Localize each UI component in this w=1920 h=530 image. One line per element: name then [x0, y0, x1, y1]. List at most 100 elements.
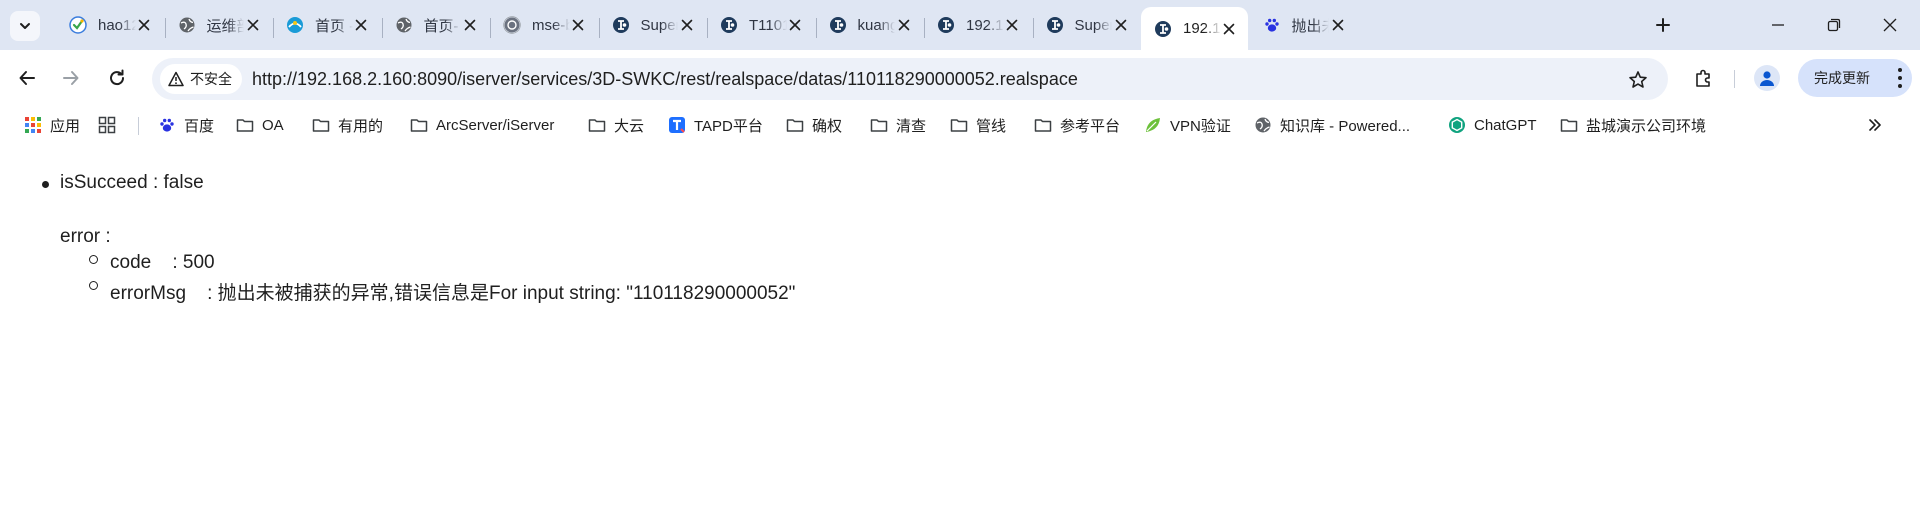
back-button[interactable] — [12, 63, 42, 93]
minimize-button[interactable] — [1758, 10, 1798, 40]
security-chip[interactable]: 不安全 — [160, 64, 242, 94]
tab-close-icon[interactable] — [570, 15, 587, 35]
extensions-button[interactable] — [1688, 63, 1718, 93]
tab-separator — [707, 18, 708, 38]
profile-button[interactable] — [1754, 65, 1780, 91]
bookmark-item[interactable]: 知识库 - Powered... — [1254, 114, 1410, 136]
tab-separator — [815, 18, 817, 38]
security-label: 不安全 — [190, 71, 232, 87]
browser-tab[interactable]: Super — [1032, 7, 1140, 43]
globe-icon — [1254, 116, 1272, 134]
bookmark-item[interactable] — [98, 114, 124, 136]
folder-icon — [870, 116, 888, 134]
toolbar-separator — [1734, 70, 1735, 88]
globe-icon — [394, 15, 414, 35]
tab-separator — [490, 18, 491, 38]
folder-icon — [950, 116, 968, 134]
browser-tab[interactable]: Super — [598, 7, 706, 43]
bookmark-item[interactable]: VPN验证 — [1144, 114, 1231, 136]
more-bookmarks-button[interactable] — [1864, 114, 1886, 136]
bookmark-item[interactable]: 盐城演示公司环境 — [1560, 114, 1706, 136]
browser-tab[interactable]: kuang — [815, 7, 923, 43]
tab-close-icon[interactable] — [678, 15, 695, 35]
bookmark-item[interactable]: 管线 — [950, 114, 1006, 136]
browser-tab[interactable]: 首页- — [381, 7, 489, 43]
bookmark-item[interactable]: OA — [236, 114, 284, 136]
browser-tab[interactable]: 抛出未 — [1250, 7, 1357, 43]
supermap-icon — [611, 15, 631, 35]
tab-separator — [924, 18, 925, 38]
browser-tab[interactable]: 192.1 — [1141, 7, 1248, 50]
bookmark-label: 盐城演示公司环境 — [1586, 117, 1707, 135]
bookmark-item[interactable]: 应用 — [24, 114, 80, 136]
bookmark-label: 百度 — [184, 117, 215, 135]
tab-close-icon[interactable] — [353, 15, 370, 35]
folder-icon — [236, 116, 254, 134]
tab-close-icon[interactable] — [1221, 19, 1238, 39]
bookmark-item[interactable]: 有用的 — [312, 114, 383, 136]
bookmark-label: VPN验证 — [1170, 117, 1231, 135]
update-button[interactable]: 完成更新 — [1798, 59, 1912, 97]
bookmarks-separator — [138, 117, 139, 135]
reload-icon — [110, 69, 125, 86]
tapd-icon — [668, 116, 686, 134]
bookmark-label: 有用的 — [338, 117, 384, 135]
tab-close-icon[interactable] — [895, 15, 912, 35]
tab-separator — [1032, 18, 1034, 38]
tab-strip: hao12 运维部 首页 - 首页-mse-b Super T1101 kuang 192.1… — [0, 0, 1920, 50]
folder-icon — [588, 116, 606, 134]
browser-tab[interactable]: 192.1 — [924, 7, 1031, 43]
warning-icon — [168, 71, 184, 87]
tab-close-icon[interactable] — [1112, 15, 1129, 35]
error-msg-line: errorMsg : 抛出未被捕获的异常,错误信息是For input stri… — [110, 283, 796, 304]
supermap-icon — [936, 15, 956, 35]
browser-tab[interactable]: T1101 — [707, 7, 814, 43]
page-content: isSucceed : false error : code : 500 err… — [0, 144, 1920, 530]
bookmark-star-button[interactable] — [1626, 68, 1650, 92]
bookmark-item[interactable]: 清查 — [870, 114, 926, 136]
hao123-icon — [68, 15, 88, 35]
arrow-left-icon — [19, 71, 35, 85]
bookmark-item[interactable]: 大云 — [588, 114, 644, 136]
reload-button[interactable] — [102, 63, 132, 93]
minimize-icon — [1772, 24, 1784, 26]
puzzle-icon — [1696, 69, 1710, 87]
forward-button[interactable] — [56, 63, 86, 93]
tab-close-icon[interactable] — [136, 15, 153, 35]
bookmark-item[interactable]: 百度 — [158, 114, 214, 136]
new-tab-button[interactable] — [1650, 12, 1676, 38]
bookmark-item[interactable]: ChatGPT — [1448, 114, 1537, 136]
bookmark-item[interactable]: TAPD平台 — [668, 114, 763, 136]
tab-close-icon[interactable] — [787, 15, 804, 35]
tab-close-icon[interactable] — [244, 15, 261, 35]
leaf-icon — [1144, 116, 1162, 134]
bullet-disc — [42, 181, 49, 188]
tab-title: 抛出未 — [1291, 17, 1330, 35]
chatgpt-icon — [1448, 116, 1466, 134]
tab-close-icon[interactable] — [461, 15, 478, 35]
browser-tab[interactable]: 首页 - — [273, 7, 380, 43]
tab-title: Super — [640, 16, 679, 34]
supermap-icon — [1153, 19, 1173, 39]
url-text[interactable]: http://192.168.2.160:8090/iserver/servic… — [252, 69, 1078, 90]
bookmark-item[interactable]: 确权 — [786, 114, 842, 136]
bookmark-item[interactable]: ArcServer/iServer — [410, 114, 554, 136]
tab-close-icon[interactable] — [1004, 15, 1021, 35]
bookmarks-bar: 应用 百度 OA 有用的 ArcServer/iServer 大云 TAPD平台 确权 清查 管线… — [0, 106, 1920, 144]
restore-button[interactable] — [1814, 10, 1854, 40]
tab-title: Super — [1074, 16, 1113, 34]
bookmark-label: ChatGPT — [1474, 116, 1537, 134]
tab-search-button[interactable] — [10, 11, 40, 41]
tab-separator — [381, 18, 383, 38]
chevron-down-icon — [20, 23, 30, 29]
address-bar[interactable]: 不安全 http://192.168.2.160:8090/iserver/se… — [152, 58, 1668, 100]
bookmark-label: 确权 — [812, 117, 843, 135]
bookmark-label: ArcServer/iServer — [436, 116, 555, 134]
tab-title: 运维部 — [206, 17, 245, 35]
browser-tab[interactable]: mse-b — [490, 7, 597, 43]
tab-close-icon[interactable] — [1329, 15, 1346, 35]
bookmark-item[interactable]: 参考平台 — [1034, 114, 1120, 136]
browser-tab[interactable]: 运维部 — [164, 7, 272, 43]
close-window-button[interactable] — [1870, 10, 1910, 40]
browser-tab[interactable]: hao12 — [56, 7, 163, 43]
